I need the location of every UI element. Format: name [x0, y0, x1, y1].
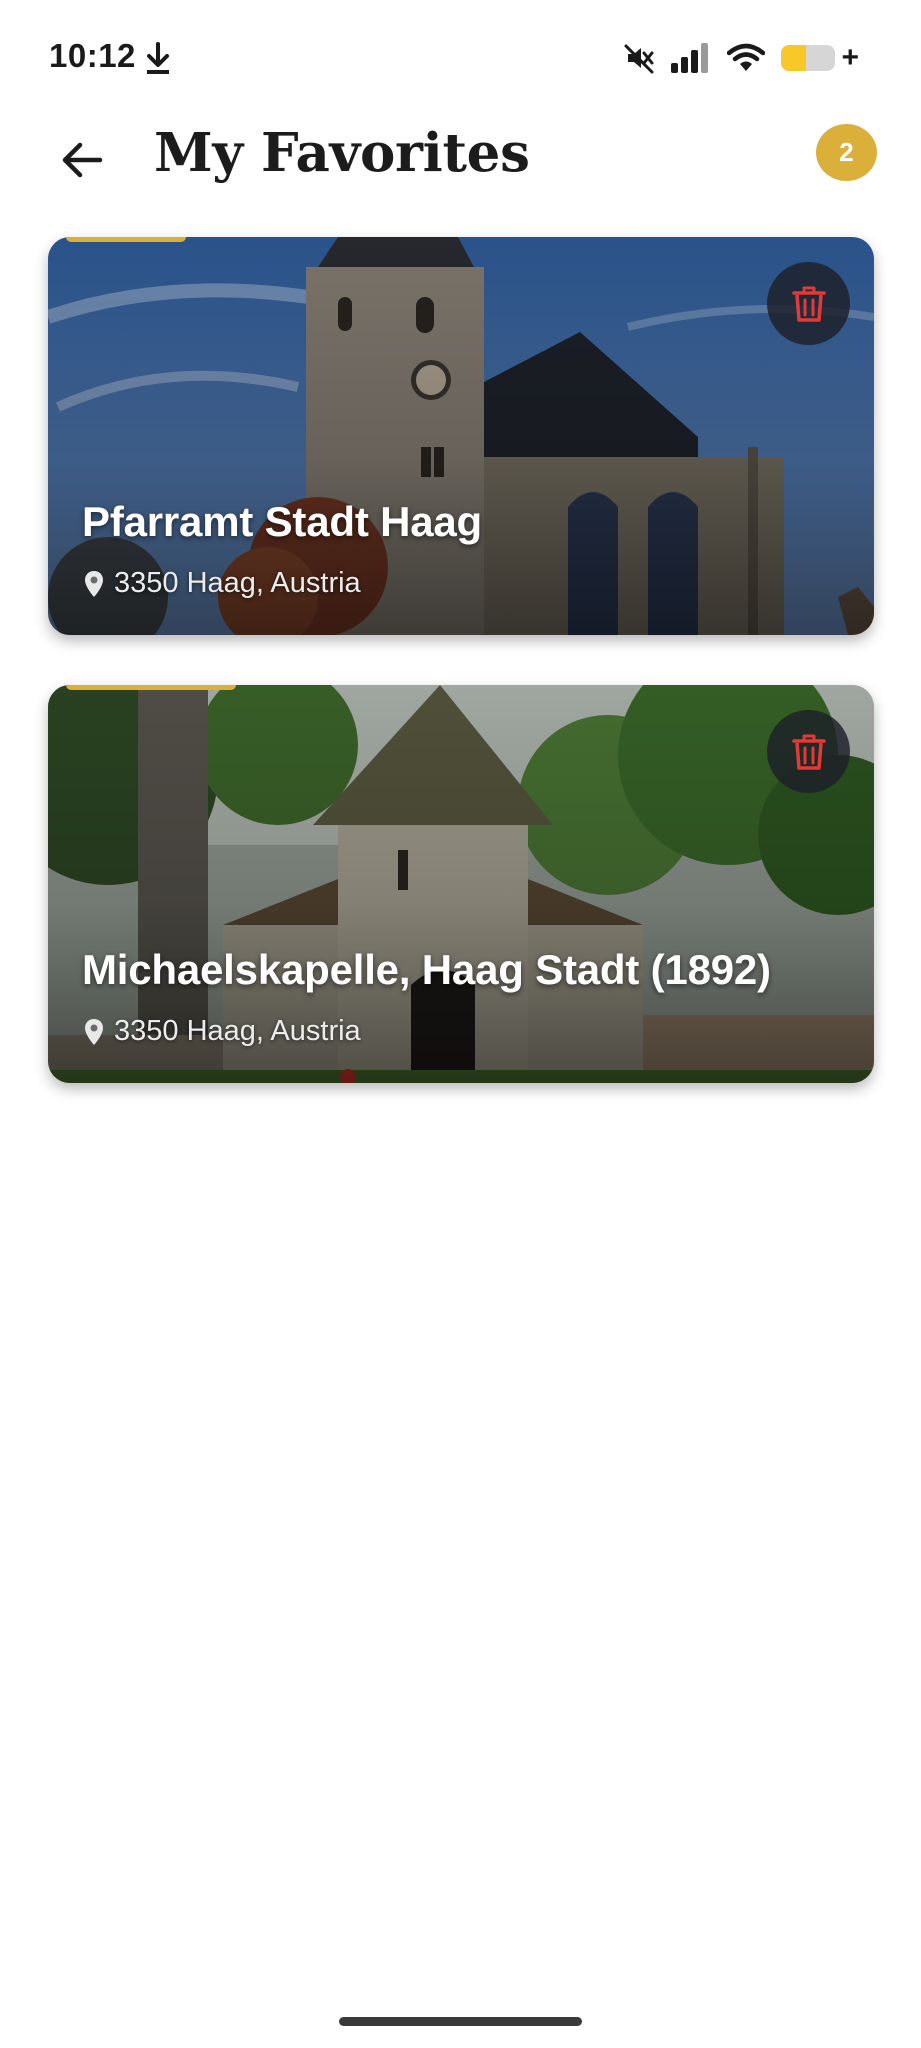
trash-icon — [791, 734, 826, 770]
accent-strip — [66, 237, 186, 242]
page-title: My Favorites — [154, 122, 530, 184]
card-location: 3350 Haag, Austria — [84, 1015, 361, 1048]
favorites-count-badge: 2 — [816, 124, 877, 181]
location-pin-icon — [85, 1018, 103, 1045]
location-pin-icon — [85, 570, 103, 597]
card-location-text: 3350 Haag, Austria — [114, 1015, 361, 1047]
card-title: Pfarramt Stadt Haag — [82, 498, 482, 545]
card-title: Michaelskapelle, Haag Stadt (1892) — [82, 946, 771, 993]
charging-icon: + — [841, 41, 859, 74]
status-icons: + — [623, 40, 859, 76]
delete-favorite-button[interactable] — [767, 710, 850, 793]
download-icon — [147, 42, 169, 74]
battery-level — [781, 45, 806, 71]
arrow-left-icon — [62, 142, 103, 178]
card-location-text: 3350 Haag, Austria — [114, 567, 361, 599]
status-time: 10:12 — [49, 37, 136, 74]
mute-icon — [624, 44, 654, 74]
favorites-list: Pfarramt Stadt Haag 3350 Haag, Austria M… — [48, 237, 874, 1133]
back-button[interactable] — [52, 130, 112, 190]
wifi-icon — [727, 43, 766, 71]
favorite-card[interactable]: Pfarramt Stadt Haag 3350 Haag, Austria — [48, 237, 874, 635]
trash-icon — [791, 286, 826, 322]
favorite-card[interactable]: Michaelskapelle, Haag Stadt (1892) 3350 … — [48, 685, 874, 1083]
accent-strip — [66, 685, 236, 690]
status-bar: 10:12 + — [0, 0, 921, 116]
battery-icon — [781, 45, 836, 71]
signal-icon — [671, 43, 709, 73]
card-location: 3350 Haag, Austria — [84, 567, 361, 600]
delete-favorite-button[interactable] — [767, 262, 850, 345]
app-header: My Favorites 2 — [0, 116, 921, 241]
home-indicator[interactable] — [339, 2017, 582, 2026]
